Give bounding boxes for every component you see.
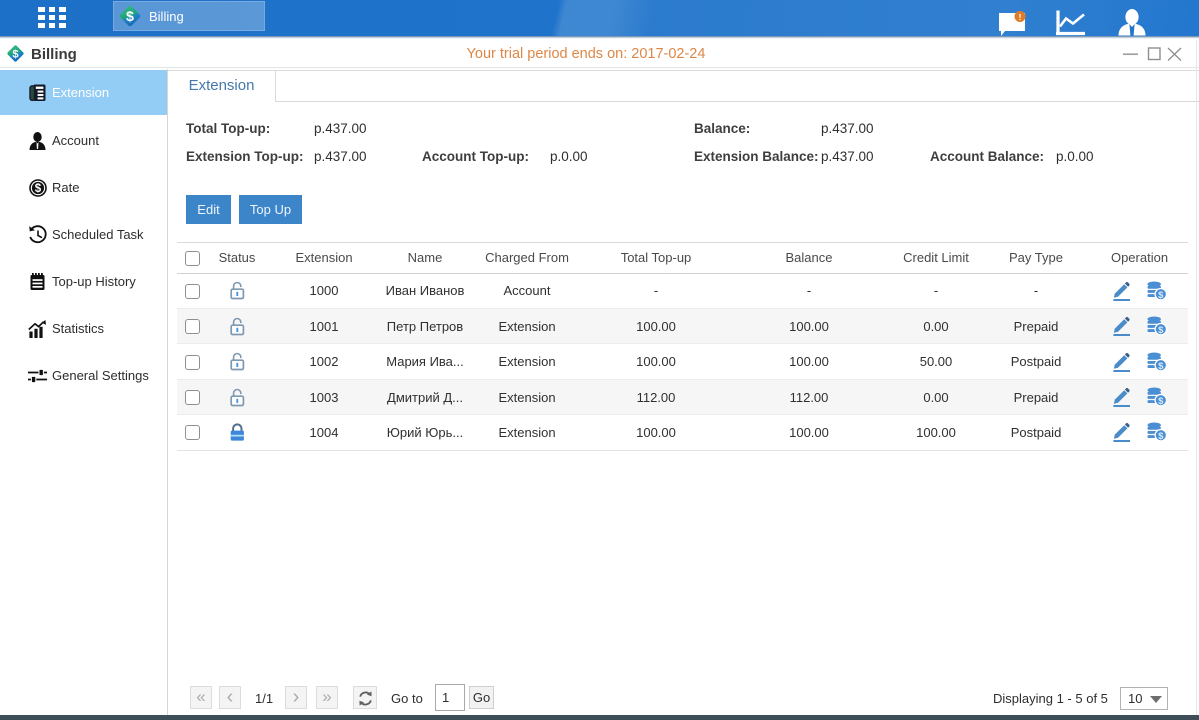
- svg-text:$: $: [34, 183, 41, 195]
- svg-text:$: $: [1158, 325, 1164, 336]
- svg-text:$: $: [1158, 290, 1164, 301]
- svg-text:$: $: [1158, 396, 1164, 407]
- svg-text:!: !: [1019, 12, 1022, 22]
- svg-text:$: $: [126, 9, 134, 25]
- svg-text:$: $: [1158, 431, 1164, 442]
- svg-text:$: $: [1158, 360, 1164, 371]
